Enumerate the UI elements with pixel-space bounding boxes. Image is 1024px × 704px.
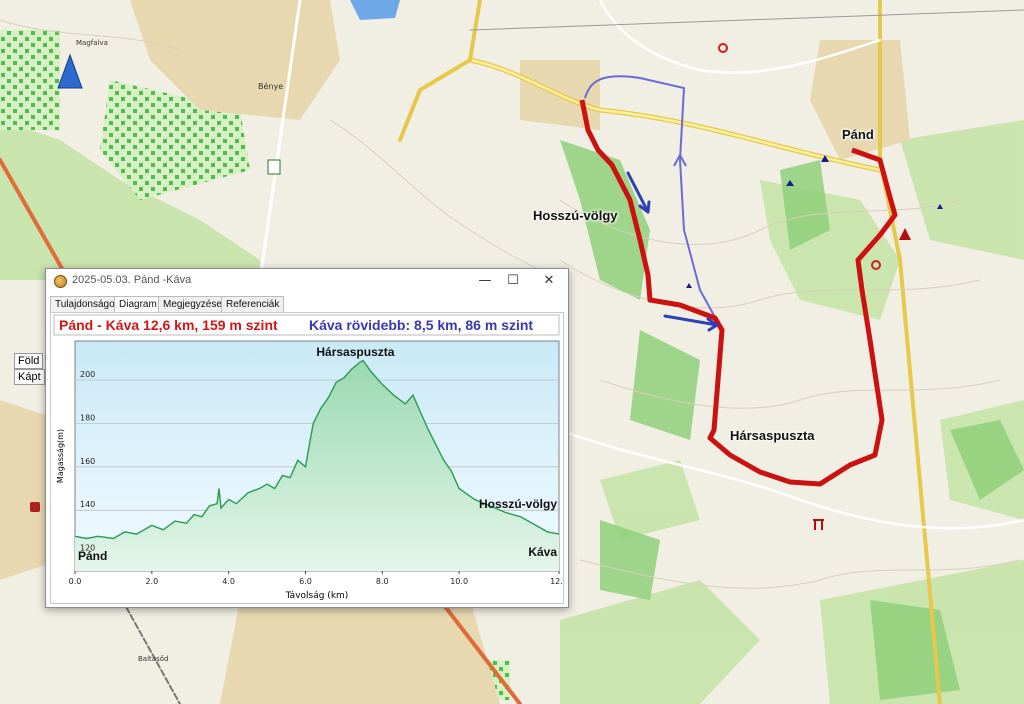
- tab-diagram[interactable]: Diagram: [114, 296, 162, 313]
- chart-annotation: Pánd: [78, 549, 107, 563]
- map-label-hosszu-volgy: Hosszú-völgy: [533, 208, 618, 223]
- x-axis-label: Távolság (km): [285, 591, 349, 601]
- x-tick-label: 2.0: [145, 577, 158, 586]
- y-tick-label: 180: [80, 413, 95, 422]
- x-tick-label: 10.0: [450, 577, 468, 586]
- map-label-baltasoo: Baltasőd: [138, 655, 169, 663]
- minimize-button[interactable]: —: [470, 271, 500, 291]
- chart-title-main: Pánd - Káva 12,6 km, 159 m szint: [59, 317, 278, 333]
- x-tick-label: 8.0: [376, 577, 389, 586]
- x-tick-label: 4.0: [222, 577, 235, 586]
- chart-title-alt: Káva rövidebb: 8,5 km, 86 m szint: [309, 317, 533, 333]
- app-icon: [54, 275, 67, 288]
- x-tick-label: 6.0: [299, 577, 312, 586]
- y-tick-label: 200: [80, 370, 95, 379]
- maximize-button[interactable]: ☐: [498, 271, 528, 291]
- side-item-2[interactable]: Kápt: [14, 369, 45, 385]
- tab-references[interactable]: Referenciák: [221, 296, 285, 312]
- title-bar[interactable]: 2025-05.03. Pánd -Káva — ☐ ✕: [46, 269, 568, 293]
- route-properties-window[interactable]: 2025-05.03. Pánd -Káva — ☐ ✕ Tulajdonság…: [45, 268, 569, 608]
- map-label-magfalva: Magfalva: [76, 39, 108, 47]
- chart-annotation: Hársaspuszta: [316, 345, 394, 359]
- close-button[interactable]: ✕: [534, 271, 564, 291]
- elevation-chart[interactable]: Pánd - Káva 12,6 km, 159 m szint Káva rö…: [51, 313, 563, 603]
- chart-annotation: Hosszú-völgy: [479, 497, 557, 511]
- x-tick-label: 0.0: [69, 577, 82, 586]
- y-axis-label: Magasság(m): [56, 429, 65, 483]
- chart-annotation: Káva: [528, 545, 557, 559]
- diagram-panel: Pánd - Káva 12,6 km, 159 m szint Káva rö…: [50, 312, 564, 604]
- campsite-icon: [267, 159, 281, 175]
- map-label-harsaspuszta: Hársaspuszta: [730, 428, 815, 443]
- side-item-1[interactable]: Föld: [14, 353, 44, 369]
- y-tick-label: 140: [80, 500, 95, 509]
- map-label-benye: Bénye: [258, 82, 284, 91]
- x-tick-label: 12.6: [550, 577, 563, 586]
- y-tick-label: 160: [80, 457, 95, 466]
- window-title: 2025-05.03. Pánd -Káva: [72, 274, 192, 286]
- map-label-pand: Pánd: [842, 127, 874, 142]
